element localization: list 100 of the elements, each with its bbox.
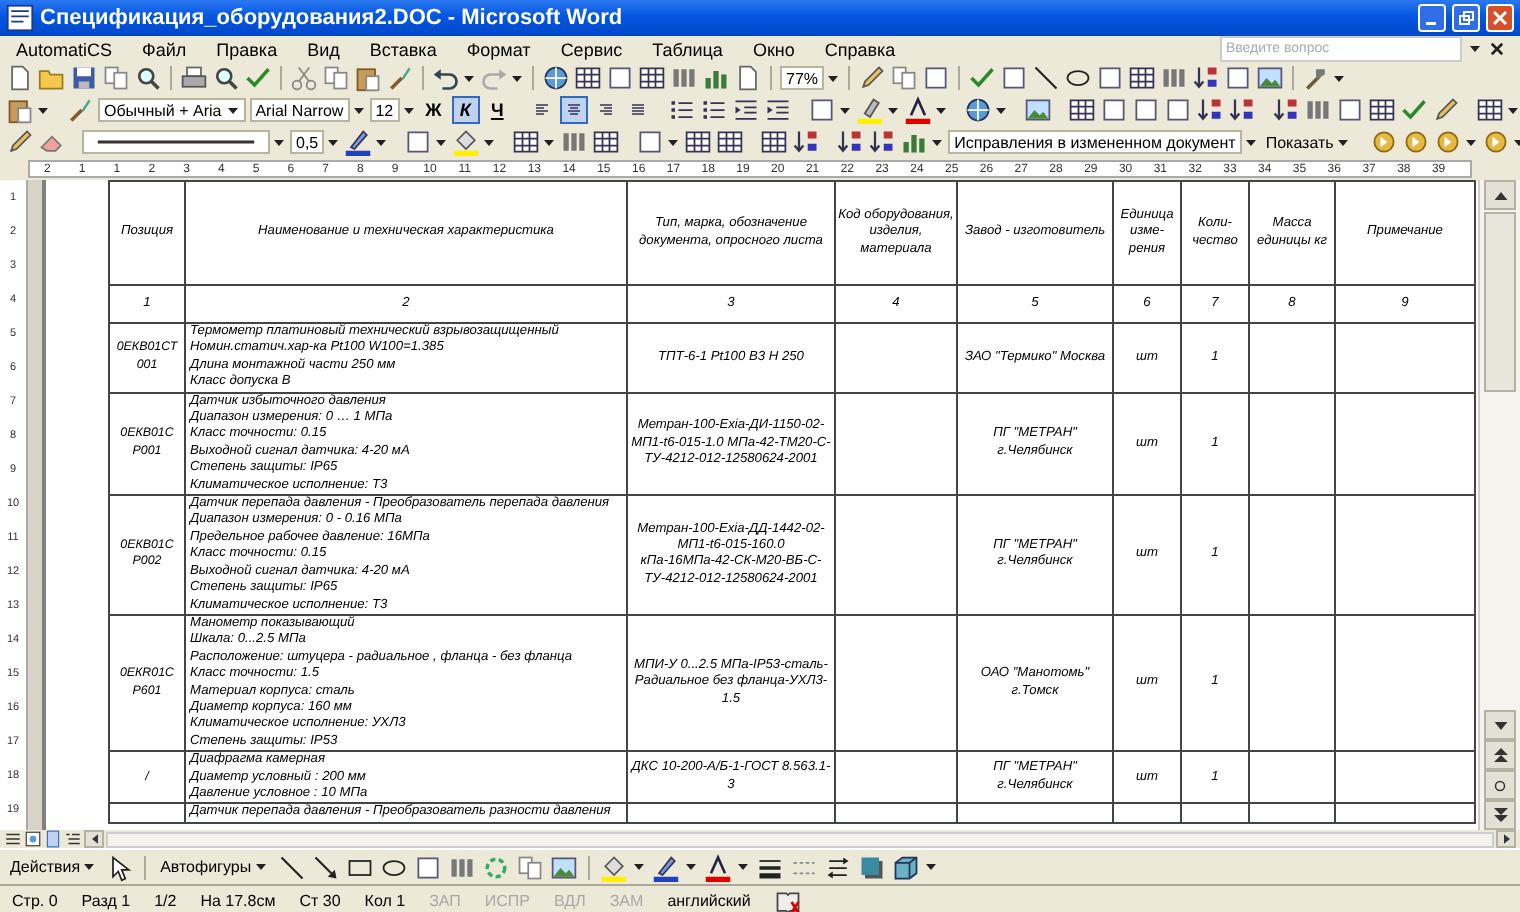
sort-icon[interactable] — [836, 128, 865, 156]
font-size-dropdown[interactable]: 12 — [369, 98, 400, 122]
caret-icon[interactable] — [484, 139, 495, 145]
frame-icon[interactable] — [404, 128, 433, 156]
caret-icon[interactable] — [1337, 139, 1348, 145]
caret-icon[interactable] — [274, 139, 284, 145]
columns-icon[interactable] — [1303, 96, 1332, 124]
clipboard-icon[interactable] — [354, 64, 382, 92]
format-button[interactable]: Ж — [419, 96, 448, 124]
show-button[interactable]: Показать — [1261, 133, 1354, 151]
frame-icon[interactable] — [413, 853, 442, 881]
close-icon[interactable] — [1490, 42, 1504, 56]
table-icon[interactable] — [1475, 96, 1504, 124]
pages-icon[interactable] — [515, 853, 544, 881]
caret-icon[interactable] — [84, 864, 95, 870]
arrow-style-icon[interactable] — [823, 853, 852, 881]
line-icon[interactable] — [277, 853, 306, 881]
table-icon[interactable] — [638, 64, 666, 92]
frame-icon[interactable] — [1096, 64, 1125, 92]
scroll-left-button[interactable] — [84, 830, 104, 848]
align-button[interactable] — [559, 96, 588, 124]
caret-icon[interactable] — [839, 107, 850, 113]
menu-item[interactable]: Вставка — [369, 39, 437, 59]
tools-icon[interactable] — [1302, 64, 1331, 92]
scroll-down-button[interactable] — [1484, 710, 1516, 740]
menu-item[interactable]: Файл — [142, 39, 187, 59]
bullet-list-icon[interactable] — [699, 96, 728, 124]
pencil-icon[interactable] — [858, 64, 887, 92]
frame-icon[interactable] — [1131, 96, 1160, 124]
paint-bucket-icon[interactable] — [599, 853, 628, 881]
font-dropdown[interactable]: Arial Narrow — [249, 98, 350, 122]
line-weight-dropdown[interactable]: 0,5 — [290, 130, 325, 154]
magnifier-icon[interactable] — [134, 64, 162, 92]
columns-icon[interactable] — [670, 64, 698, 92]
cube-icon[interactable] — [891, 853, 920, 881]
paint-bucket-icon[interactable] — [452, 128, 481, 156]
menu-item[interactable]: Вид — [307, 39, 340, 59]
table-icon[interactable] — [684, 128, 713, 156]
caret-icon[interactable] — [1245, 139, 1256, 145]
check-icon[interactable] — [1399, 96, 1428, 124]
caret-icon[interactable] — [685, 864, 696, 870]
frame-icon[interactable] — [636, 128, 665, 156]
picture-icon[interactable] — [1023, 96, 1052, 124]
caret-icon[interactable] — [227, 107, 238, 113]
menu-item[interactable]: Сервис — [560, 39, 623, 59]
pages-icon[interactable] — [322, 64, 350, 92]
undo-icon[interactable] — [432, 64, 460, 92]
scrollbar-thumb[interactable] — [1484, 212, 1516, 392]
caret-icon[interactable] — [255, 864, 266, 870]
table-icon[interactable] — [592, 128, 621, 156]
table-icon[interactable] — [1067, 96, 1096, 124]
book-icon[interactable] — [774, 887, 803, 912]
check-icon[interactable] — [244, 64, 272, 92]
frame-icon[interactable] — [1099, 96, 1128, 124]
next-page-button[interactable] — [1484, 800, 1516, 830]
frame-icon[interactable] — [922, 64, 951, 92]
picture-icon[interactable] — [1256, 64, 1285, 92]
table-icon[interactable] — [512, 128, 541, 156]
caret-icon[interactable] — [633, 864, 644, 870]
sort-icon[interactable] — [1227, 96, 1256, 124]
columns-icon[interactable] — [1160, 64, 1189, 92]
columns-icon[interactable] — [447, 853, 476, 881]
printer-icon[interactable] — [180, 64, 208, 92]
menu-item[interactable]: Справка — [824, 39, 896, 59]
picture-icon[interactable] — [549, 853, 578, 881]
frame-icon[interactable] — [807, 96, 836, 124]
caret-icon[interactable] — [1334, 75, 1345, 81]
caret-icon[interactable] — [436, 139, 447, 145]
shadow-icon[interactable] — [857, 853, 886, 881]
caret-icon[interactable] — [544, 139, 555, 145]
caret-icon[interactable] — [925, 864, 936, 870]
caret-icon[interactable] — [376, 139, 387, 145]
sort-icon[interactable] — [792, 128, 821, 156]
scissors-icon[interactable] — [290, 64, 318, 92]
bullet-list-icon[interactable] — [667, 96, 696, 124]
page-icon[interactable] — [734, 64, 762, 92]
right-arrow-icon[interactable] — [1503, 834, 1509, 844]
caret-icon[interactable] — [464, 75, 474, 81]
caret-icon[interactable] — [935, 107, 946, 113]
restore-button[interactable] — [1452, 4, 1480, 32]
caret-icon[interactable] — [1513, 139, 1520, 145]
menu-item[interactable]: Таблица — [652, 39, 723, 59]
sort-icon[interactable] — [1192, 64, 1221, 92]
caret-icon[interactable] — [353, 107, 364, 113]
columns-icon[interactable] — [560, 128, 589, 156]
brush-icon[interactable] — [66, 96, 94, 124]
caret-icon[interactable] — [932, 139, 943, 145]
down-arrow-icon[interactable] — [1493, 721, 1507, 729]
frame-icon[interactable] — [1163, 96, 1192, 124]
globe-icon[interactable] — [963, 96, 992, 124]
frame-icon[interactable] — [1335, 96, 1364, 124]
caret-icon[interactable] — [1470, 46, 1480, 52]
caret-icon[interactable] — [995, 107, 1006, 113]
table-icon[interactable] — [574, 64, 602, 92]
left-arrow-icon[interactable] — [91, 834, 97, 844]
double-down-arrow-icon[interactable] — [1493, 808, 1507, 822]
normal-view-icon[interactable] — [4, 830, 22, 848]
sort-icon[interactable] — [868, 128, 897, 156]
brush-icon[interactable] — [386, 64, 414, 92]
line-style-dropdown[interactable] — [82, 130, 270, 154]
